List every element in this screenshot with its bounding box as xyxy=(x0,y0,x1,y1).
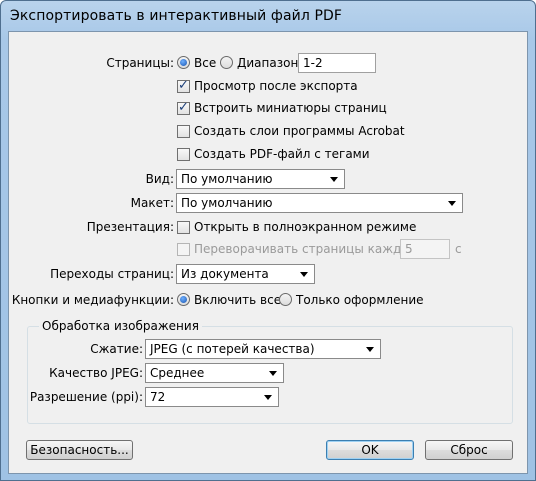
layout-value: По умолчанию xyxy=(181,196,273,210)
embed-thumbnails-checkbox[interactable] xyxy=(177,100,190,115)
create-acrobat-layers-checkbox[interactable] xyxy=(177,125,190,138)
layout-label: Макет: xyxy=(130,196,174,210)
pages-range-label[interactable]: Диапазон: xyxy=(237,55,302,71)
buttons-media-label: Кнопки и медиафункции: xyxy=(11,293,174,307)
pages-range-radio[interactable] xyxy=(220,56,233,69)
appearance-only-label[interactable]: Только оформление xyxy=(296,292,424,308)
fullscreen-checkbox[interactable] xyxy=(177,221,190,234)
view-after-export-label[interactable]: Просмотр после экспорта xyxy=(194,78,358,94)
reset-button[interactable]: Сброс xyxy=(425,440,513,460)
chevron-down-icon xyxy=(269,371,277,376)
window-title: Экспортировать в интерактивный файл PDF xyxy=(10,8,343,24)
page-transitions-dropdown[interactable]: Из документа xyxy=(176,264,315,284)
security-button[interactable]: Безопасность... xyxy=(26,440,133,460)
create-tagged-pdf-label[interactable]: Создать PDF-файл с тегами xyxy=(194,146,370,162)
chevron-down-icon xyxy=(366,347,374,352)
presentation-label: Презентация: xyxy=(86,220,174,234)
view-after-export-checkbox[interactable] xyxy=(177,78,190,93)
chevron-down-icon xyxy=(330,177,338,182)
flip-interval-input[interactable]: 5 xyxy=(400,239,450,259)
ok-button[interactable]: OK xyxy=(326,440,414,460)
include-all-radio[interactable] xyxy=(177,293,190,306)
jpeg-quality-label: Качество JPEG: xyxy=(49,366,143,380)
compression-value: JPEG (с потерей качества) xyxy=(150,342,315,356)
pages-all-radio[interactable] xyxy=(177,56,190,69)
include-all-label[interactable]: Включить все xyxy=(194,292,281,308)
jpeg-quality-dropdown[interactable]: Среднее xyxy=(145,363,284,383)
flip-pages-label: Переворачивать страницы каждые: xyxy=(194,242,423,256)
view-label: Вид: xyxy=(145,172,174,186)
export-dialog-window: Экспортировать в интерактивный файл PDF … xyxy=(0,0,536,481)
image-handling-title: Обработка изображения xyxy=(39,318,202,334)
dialog-content: Страницы: Все Диапазон: 1-2 Просмотр пос… xyxy=(8,31,528,474)
chevron-down-icon xyxy=(264,395,272,400)
compression-dropdown[interactable]: JPEG (с потерей качества) xyxy=(145,339,381,359)
flip-unit-label: с xyxy=(455,242,462,256)
layout-dropdown[interactable]: По умолчанию xyxy=(176,193,463,213)
flip-pages-checkbox[interactable] xyxy=(177,243,190,256)
create-tagged-pdf-checkbox[interactable] xyxy=(177,148,190,161)
embed-thumbnails-label[interactable]: Встроить миниатюры страниц xyxy=(194,100,387,116)
fullscreen-label[interactable]: Открыть в полноэкранном режиме xyxy=(194,219,416,235)
page-transitions-label: Переходы страниц: xyxy=(50,267,174,281)
jpeg-quality-value: Среднее xyxy=(150,366,205,380)
chevron-down-icon xyxy=(300,272,308,277)
appearance-only-radio[interactable] xyxy=(279,293,292,306)
page-transitions-value: Из документа xyxy=(181,267,269,281)
pages-label: Страницы: xyxy=(106,56,174,70)
resolution-value: 72 xyxy=(150,390,166,404)
view-value: По умолчанию xyxy=(181,172,273,186)
resolution-dropdown[interactable]: 72 xyxy=(145,387,279,407)
pages-all-label[interactable]: Все xyxy=(194,55,216,71)
create-acrobat-layers-label[interactable]: Создать слои программы Acrobat xyxy=(194,123,405,139)
title-bar[interactable]: Экспортировать в интерактивный файл PDF xyxy=(1,1,535,31)
compression-label: Сжатие: xyxy=(90,342,143,356)
chevron-down-icon xyxy=(448,201,456,206)
view-dropdown[interactable]: По умолчанию xyxy=(176,169,345,189)
pages-range-input[interactable]: 1-2 xyxy=(298,53,376,73)
resolution-label: Разрешение (ppi): xyxy=(29,390,143,404)
